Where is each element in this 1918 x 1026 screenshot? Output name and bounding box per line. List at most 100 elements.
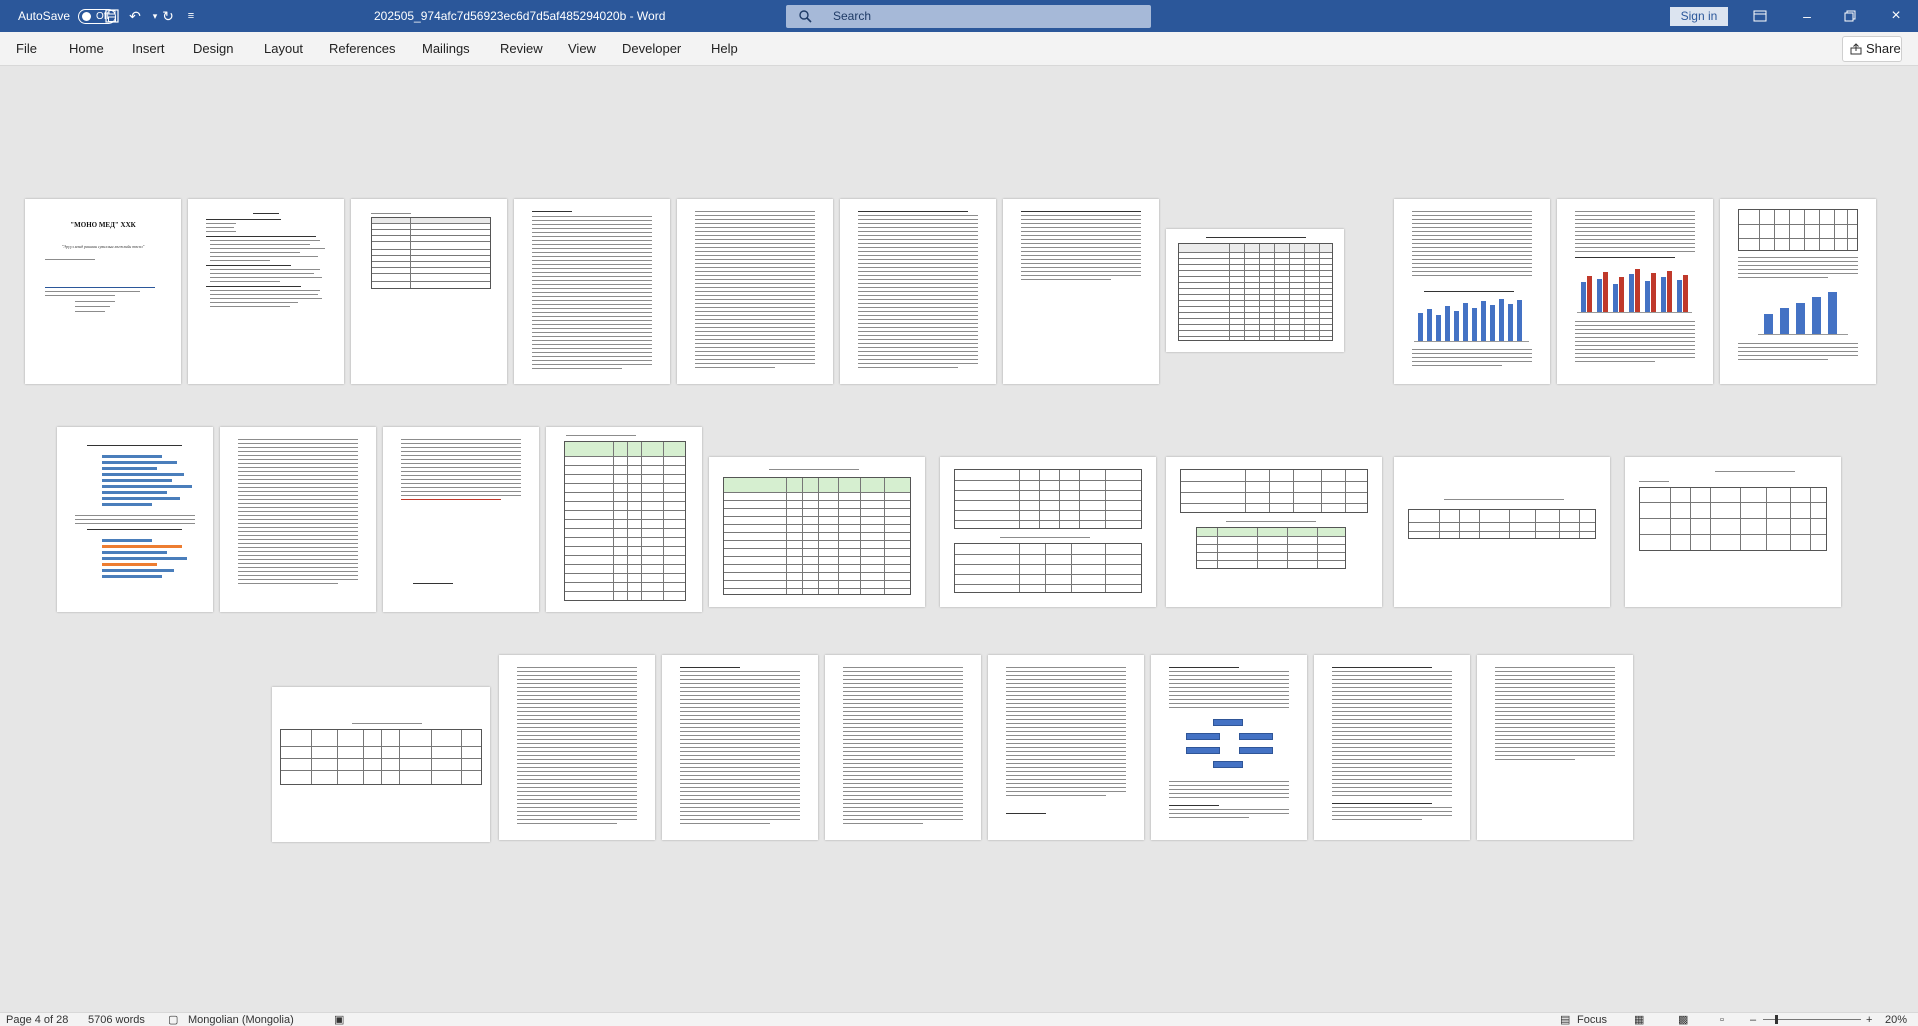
text-line: [680, 719, 800, 720]
document-page[interactable]: [220, 427, 376, 612]
text-line: [206, 219, 281, 220]
text-line: [1575, 345, 1695, 346]
document-page[interactable]: [1166, 229, 1344, 352]
document-page[interactable]: [1477, 655, 1633, 840]
focus-mode-button[interactable]: Focus: [1577, 1013, 1607, 1026]
menu-help[interactable]: Help: [711, 32, 738, 66]
sign-in-button[interactable]: Sign in: [1670, 7, 1728, 26]
zoom-slider-thumb[interactable]: [1775, 1015, 1778, 1024]
document-page[interactable]: [546, 427, 702, 612]
table-rule: [1179, 288, 1332, 289]
document-page[interactable]: [1625, 457, 1841, 607]
web-layout-icon[interactable]: ▫: [1720, 1013, 1724, 1026]
undo-icon[interactable]: ↶: [124, 6, 146, 26]
ribbon-display-options-icon[interactable]: [1749, 6, 1771, 26]
text-line: [532, 320, 652, 321]
text-line: [1006, 787, 1126, 788]
document-page[interactable]: [940, 457, 1156, 607]
text-line: [517, 783, 637, 784]
menu-developer[interactable]: Developer: [622, 32, 681, 66]
menu-layout[interactable]: Layout: [264, 32, 303, 66]
document-page[interactable]: [57, 427, 213, 612]
language-indicator[interactable]: Mongolian (Mongolia): [188, 1013, 294, 1026]
document-page[interactable]: [662, 655, 818, 840]
document-page[interactable]: [272, 687, 490, 842]
minimize-icon[interactable]: –: [1796, 6, 1818, 26]
document-page[interactable]: [1151, 655, 1307, 840]
text-line: [1738, 265, 1858, 266]
text-line: [1495, 759, 1575, 760]
menu-home[interactable]: Home: [69, 32, 104, 66]
document-page[interactable]: "МОНО МЕД" ХХК "Эрүүл мэнд рашаан сувилл…: [25, 199, 181, 384]
text-line: [1006, 813, 1046, 814]
share-button[interactable]: Share: [1842, 36, 1902, 62]
table-rule: [613, 442, 614, 600]
menu-design[interactable]: Design: [193, 32, 233, 66]
zoom-slider[interactable]: [1763, 1015, 1861, 1024]
text-line: [680, 819, 800, 820]
text-line: [532, 276, 652, 277]
text-line: [858, 339, 978, 340]
redo-icon[interactable]: ↻: [157, 6, 179, 26]
document-page[interactable]: [988, 655, 1144, 840]
page-count[interactable]: Page 4 of 28: [6, 1013, 68, 1026]
document-page[interactable]: [677, 199, 833, 384]
text-line: [1332, 743, 1452, 744]
document-page[interactable]: [188, 199, 344, 384]
document-page[interactable]: [1166, 457, 1382, 607]
text-line: [210, 269, 320, 270]
text-line: [695, 303, 815, 304]
zoom-out-icon[interactable]: –: [1750, 1013, 1756, 1026]
table-rule: [1740, 488, 1741, 550]
document-page[interactable]: [840, 199, 996, 384]
text-line: [1006, 791, 1126, 792]
read-mode-icon[interactable]: ▦: [1634, 1013, 1644, 1026]
table-rule: [1079, 470, 1080, 528]
text-line: [1332, 795, 1452, 796]
document-page[interactable]: [1557, 199, 1713, 384]
text-line: [843, 691, 963, 692]
document-page[interactable]: [1314, 655, 1470, 840]
accessibility-icon[interactable]: ▣: [334, 1013, 344, 1026]
document-page[interactable]: [825, 655, 981, 840]
document-page[interactable]: [351, 199, 507, 384]
document-page[interactable]: [709, 457, 925, 607]
text-line: [1495, 751, 1615, 752]
chart-bar: [1517, 300, 1522, 341]
document-page[interactable]: [1394, 199, 1550, 384]
restore-icon[interactable]: [1839, 6, 1861, 26]
chart-bar: [1812, 297, 1821, 334]
menu-file[interactable]: File: [16, 32, 37, 66]
menu-view[interactable]: View: [568, 32, 596, 66]
text-line: [45, 291, 140, 292]
document-canvas[interactable]: "МОНО МЕД" ХХК "Эрүүл мэнд рашаан сувилл…: [0, 67, 1918, 1012]
text-line: [695, 251, 815, 252]
close-icon[interactable]: ×: [1885, 6, 1907, 26]
text-line: [1021, 215, 1141, 216]
focus-icon[interactable]: ▤: [1560, 1013, 1570, 1026]
search-box[interactable]: Search: [786, 5, 1151, 28]
menu-mailings[interactable]: Mailings: [422, 32, 470, 66]
chart-area: [1758, 287, 1848, 335]
document-page[interactable]: [383, 427, 539, 612]
document-page[interactable]: [1720, 199, 1876, 384]
menu-insert[interactable]: Insert: [132, 32, 165, 66]
document-page[interactable]: [1394, 457, 1610, 607]
save-icon[interactable]: [101, 6, 123, 26]
document-page[interactable]: [1003, 199, 1159, 384]
text-line: [517, 711, 637, 712]
text-line: [1332, 811, 1452, 812]
menu-review[interactable]: Review: [500, 32, 543, 66]
customize-quick-access-icon[interactable]: ≡: [180, 6, 202, 26]
word-count[interactable]: 5706 words: [88, 1013, 145, 1026]
zoom-in-icon[interactable]: +: [1866, 1013, 1872, 1026]
print-layout-icon[interactable]: ▩: [1678, 1013, 1688, 1026]
proofing-icon[interactable]: ▢: [168, 1013, 178, 1026]
document-page[interactable]: [499, 655, 655, 840]
document-page[interactable]: [514, 199, 670, 384]
zoom-level[interactable]: 20%: [1885, 1013, 1907, 1026]
text-line: [680, 795, 800, 796]
text-line: [238, 463, 358, 464]
text-line: [75, 306, 110, 307]
menu-references[interactable]: References: [329, 32, 395, 66]
